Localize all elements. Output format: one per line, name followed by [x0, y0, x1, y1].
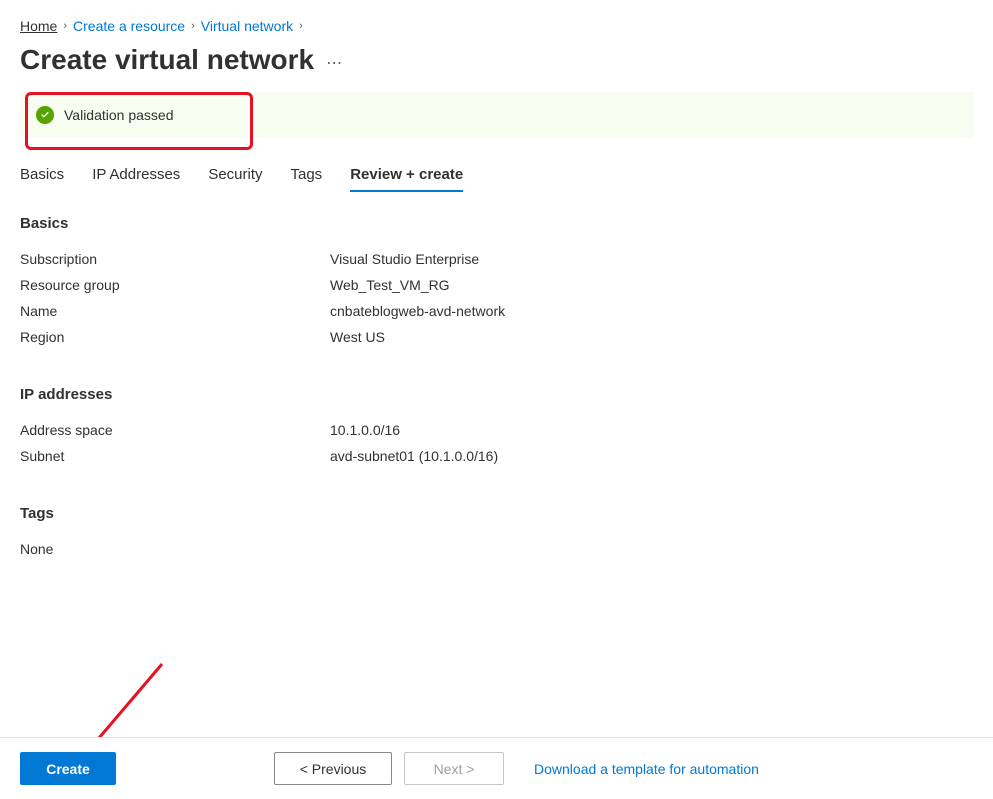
- previous-button[interactable]: < Previous: [274, 752, 392, 785]
- value-address-space: 10.1.0.0/16: [330, 422, 400, 438]
- next-button: Next >: [404, 752, 504, 785]
- row-tags-none: None: [20, 536, 973, 562]
- value-subscription: Visual Studio Enterprise: [330, 251, 479, 267]
- tab-ip-addresses[interactable]: IP Addresses: [92, 160, 180, 189]
- row-resource-group: Resource group Web_Test_VM_RG: [20, 272, 973, 298]
- label-subscription: Subscription: [20, 251, 330, 267]
- tab-basics[interactable]: Basics: [20, 160, 64, 189]
- page-title: Create virtual network: [20, 44, 314, 76]
- breadcrumb-create-resource[interactable]: Create a resource: [73, 18, 185, 34]
- row-subnet: Subnet avd-subnet01 (10.1.0.0/16): [20, 443, 973, 469]
- label-subnet: Subnet: [20, 448, 330, 464]
- page-title-row: Create virtual network ⋯: [0, 38, 993, 92]
- footer: Create < Previous Next > Download a temp…: [0, 737, 993, 799]
- label-address-space: Address space: [20, 422, 330, 438]
- breadcrumb-home[interactable]: Home: [20, 18, 57, 34]
- validation-banner: Validation passed: [20, 92, 973, 138]
- more-actions-icon[interactable]: ⋯: [326, 47, 344, 73]
- chevron-right-icon: ›: [299, 20, 303, 32]
- breadcrumb-virtual-network[interactable]: Virtual network: [201, 18, 293, 34]
- section-title-ip: IP addresses: [20, 386, 973, 403]
- value-subnet: avd-subnet01 (10.1.0.0/16): [330, 448, 498, 464]
- value-region: West US: [330, 329, 385, 345]
- value-name: cnbateblogweb-avd-network: [330, 303, 505, 319]
- tabs: Basics IP Addresses Security Tags Review…: [20, 160, 973, 189]
- download-template-link[interactable]: Download a template for automation: [534, 761, 759, 777]
- check-circle-icon: [36, 106, 54, 124]
- create-button[interactable]: Create: [20, 752, 116, 785]
- label-name: Name: [20, 303, 330, 319]
- breadcrumb: Home › Create a resource › Virtual netwo…: [0, 0, 993, 38]
- label-resource-group: Resource group: [20, 277, 330, 293]
- section-title-tags: Tags: [20, 505, 973, 522]
- validation-message: Validation passed: [64, 107, 173, 123]
- row-subscription: Subscription Visual Studio Enterprise: [20, 246, 973, 272]
- chevron-right-icon: ›: [63, 20, 67, 32]
- value-resource-group: Web_Test_VM_RG: [330, 277, 450, 293]
- section-title-basics: Basics: [20, 215, 973, 232]
- tab-tags[interactable]: Tags: [291, 160, 323, 189]
- value-tags-none: None: [20, 541, 330, 557]
- label-region: Region: [20, 329, 330, 345]
- row-name: Name cnbateblogweb-avd-network: [20, 298, 973, 324]
- row-address-space: Address space 10.1.0.0/16: [20, 417, 973, 443]
- tab-security[interactable]: Security: [208, 160, 262, 189]
- tab-review-create[interactable]: Review + create: [350, 160, 463, 189]
- row-region: Region West US: [20, 324, 973, 350]
- chevron-right-icon: ›: [191, 20, 195, 32]
